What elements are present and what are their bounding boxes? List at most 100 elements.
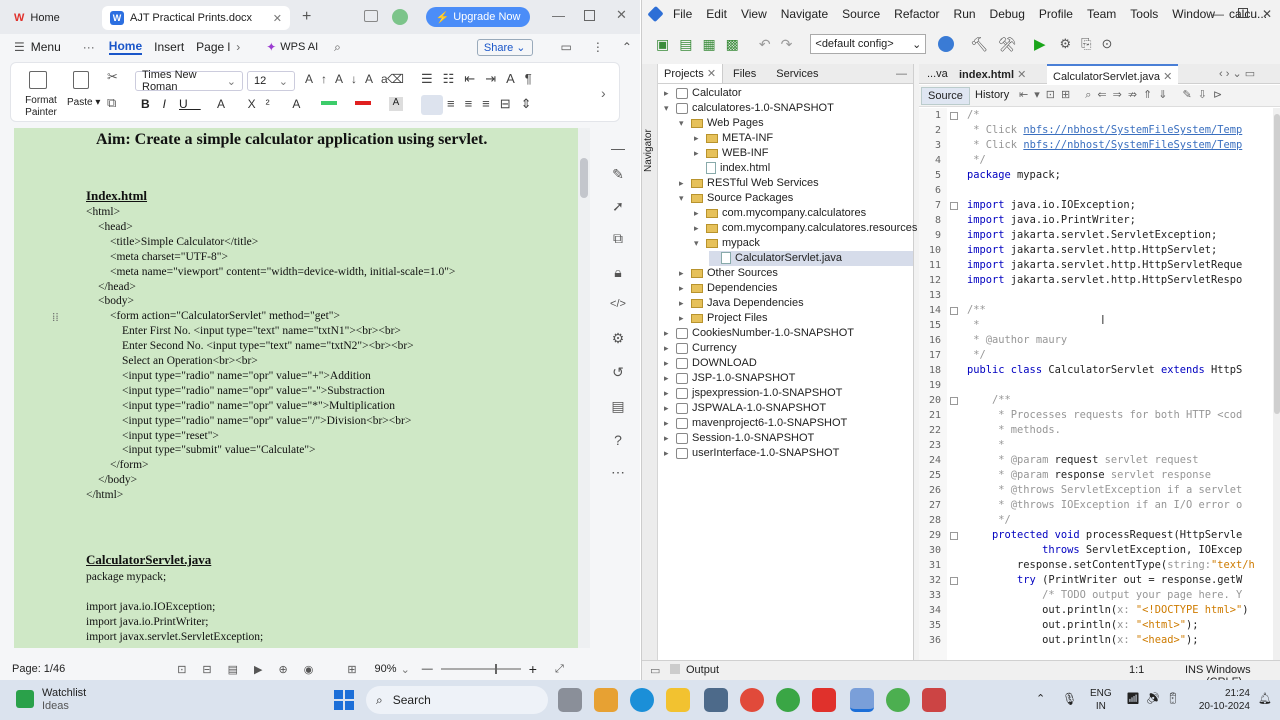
tree-item[interactable]: ▸ com.mycompany.calculatores.resources xyxy=(694,221,917,236)
close-icon[interactable]: ✕ xyxy=(273,12,282,25)
menu-item[interactable]: Edit xyxy=(706,7,727,21)
copilot-icon[interactable] xyxy=(594,688,618,712)
tab-projects[interactable]: Projects ✕ xyxy=(658,64,724,83)
tree-item[interactable]: ▸ Java Dependencies xyxy=(679,296,804,311)
build-icons[interactable]: 🔨︎⚒︎ xyxy=(970,36,1026,53)
history-icon[interactable]: ↺ xyxy=(608,362,628,382)
history-button[interactable]: History xyxy=(975,89,1009,101)
tree-item[interactable]: ▸ Project Files xyxy=(679,311,768,326)
task-view-icon[interactable] xyxy=(558,688,582,712)
format-painter-icon[interactable] xyxy=(29,71,47,89)
comment-icon[interactable]: ▭ xyxy=(561,40,572,54)
char-shading-icon[interactable]: A xyxy=(389,97,403,111)
hamburger-icon[interactable]: ☰ xyxy=(14,40,25,54)
workspace-icon[interactable] xyxy=(364,10,378,22)
netbeans-taskbar-icon[interactable] xyxy=(850,688,874,712)
new-tab-icon[interactable]: + xyxy=(302,8,311,26)
maximize-icon[interactable] xyxy=(584,10,595,21)
navigator-strip[interactable]: Navigator xyxy=(642,64,658,660)
font-grow-shrink-icons[interactable]: A↑A↓Aa xyxy=(305,72,396,86)
tree-item[interactable]: ▾ mypack xyxy=(694,236,760,251)
tree-item[interactable]: ▸ RESTful Web Services xyxy=(679,176,819,191)
zoom-out-icon[interactable]: — xyxy=(422,663,433,675)
menu-item[interactable]: Team xyxy=(1087,7,1116,21)
search-box[interactable]: ⌕ Search xyxy=(366,686,548,714)
watchlist-icon[interactable] xyxy=(16,690,34,708)
chrome-profile-icon[interactable] xyxy=(776,688,800,712)
more-icon[interactable]: ⋯ xyxy=(608,462,628,482)
new-file-icons[interactable]: ▣▤▦▩ xyxy=(656,36,749,53)
notification-icon[interactable]: 🔔︎ xyxy=(1258,692,1272,705)
expand-arrow-icon[interactable]: ▸ xyxy=(664,341,676,356)
tab-prev-file[interactable]: ...va xyxy=(927,68,948,80)
tree-item[interactable]: ▸ JSP-1.0-SNAPSHOT xyxy=(664,371,795,386)
tab-services[interactable]: Services xyxy=(766,65,828,83)
maximize-icon[interactable] xyxy=(1238,8,1248,18)
minimize-icon[interactable]: — xyxy=(552,8,565,23)
expand-arrow-icon[interactable]: ▸ xyxy=(664,431,676,446)
fold-toggle-icon[interactable] xyxy=(950,532,958,540)
fold-toggle-icon[interactable] xyxy=(950,202,958,210)
system-tray-icons[interactable]: 📶︎🔊︎🔋︎ xyxy=(1126,692,1186,705)
mic-icon[interactable]: 🎙︎ xyxy=(1062,692,1077,706)
menu-item[interactable]: Profile xyxy=(1039,7,1073,21)
menu-item[interactable]: Run xyxy=(954,7,976,21)
config-select[interactable]: <default config> ⌄ xyxy=(810,34,927,54)
menu-item[interactable]: Debug xyxy=(990,7,1025,21)
font-color-icon[interactable] xyxy=(355,101,371,105)
clock[interactable]: 21:24 20-10-2024 xyxy=(1196,687,1250,713)
tab-nav-icons[interactable]: ‹ › ⌄ ▭ xyxy=(1219,67,1255,80)
start-icon[interactable] xyxy=(334,690,354,710)
close-window-icon[interactable]: ✕ xyxy=(616,7,627,23)
vertical-scrollbar[interactable] xyxy=(578,128,590,648)
tab-files[interactable]: Files xyxy=(723,65,766,83)
tree-item[interactable]: ▸ META-INF xyxy=(694,131,773,146)
align-left-icon[interactable] xyxy=(421,95,443,115)
copy-icon[interactable]: ⧉ xyxy=(107,95,116,111)
font-family-select[interactable]: Times New Roman ⌄ xyxy=(135,69,243,93)
paste-button[interactable]: Paste ▾ xyxy=(67,97,100,108)
minimize-icon[interactable]: — xyxy=(1212,7,1224,21)
expand-arrow-icon[interactable]: ▸ xyxy=(694,206,706,221)
tab-home[interactable]: Home xyxy=(108,39,143,55)
collapse-ribbon-icon[interactable]: ⌃ xyxy=(622,40,632,54)
clear-format-icon[interactable]: ⌫ xyxy=(387,72,404,86)
tree-item[interactable]: ▸ userInterface-1.0-SNAPSHOT xyxy=(664,446,839,461)
expand-arrow-icon[interactable]: ▸ xyxy=(694,221,706,236)
search-icon[interactable]: ⌕ xyxy=(334,40,341,55)
upgrade-button[interactable]: ⚡ Upgrade Now xyxy=(426,7,530,27)
menu-item[interactable]: Tools xyxy=(1130,7,1158,21)
file-explorer-icon[interactable] xyxy=(666,688,690,712)
expand-arrow-icon[interactable]: ▸ xyxy=(679,296,691,311)
tab-calculator-servlet[interactable]: CalculatorServlet.java ✕ xyxy=(1047,64,1179,84)
tree-item[interactable]: ▸ Session-1.0-SNAPSHOT xyxy=(664,431,814,446)
align-icons[interactable]: ≡≡≡⊟⇕ xyxy=(447,96,542,112)
expand-arrow-icon[interactable]: ▸ xyxy=(694,131,706,146)
menu-item[interactable]: Window xyxy=(1172,7,1215,21)
text-format-icons[interactable]: BIU xyxy=(141,97,201,111)
more-icon[interactable]: ··· xyxy=(83,40,95,54)
tree-item[interactable]: ▸ DOWNLOAD xyxy=(664,356,757,371)
expand-arrow-icon[interactable]: ▸ xyxy=(679,281,691,296)
layout-icon[interactable]: ▤ xyxy=(608,396,628,416)
format-painter-button[interactable]: Format Painter xyxy=(23,95,59,119)
minimize-panel-icon[interactable]: — xyxy=(896,68,907,80)
expand-arrow-icon[interactable]: ▸ xyxy=(664,401,676,416)
expand-arrow-icon[interactable]: ▸ xyxy=(664,371,676,386)
tree-item[interactable]: index.html xyxy=(694,161,770,176)
menu-item[interactable]: Source xyxy=(842,7,880,21)
cut-icon[interactable]: ✂ xyxy=(107,69,118,85)
tray-chevron-icon[interactable]: ⌃ xyxy=(1036,692,1045,705)
chevron-right-icon[interactable]: › xyxy=(236,40,240,54)
tree-item[interactable]: CalculatorServlet.java xyxy=(709,251,913,266)
menu-button[interactable]: Menu xyxy=(31,40,61,54)
chevron-down-icon[interactable]: ⌄ xyxy=(401,663,410,676)
chrome-icon[interactable] xyxy=(740,688,764,712)
crop-icon[interactable]: ⧉ xyxy=(608,228,628,248)
output-tab[interactable]: Output xyxy=(686,664,719,676)
font-size-select[interactable]: 12 ⌄ xyxy=(247,71,295,91)
menu-item[interactable]: View xyxy=(741,7,767,21)
minus-icon[interactable]: — xyxy=(608,138,628,158)
list-icons[interactable]: ☰☷⇤⇥A¶ xyxy=(421,71,542,87)
avatar[interactable] xyxy=(392,9,408,25)
